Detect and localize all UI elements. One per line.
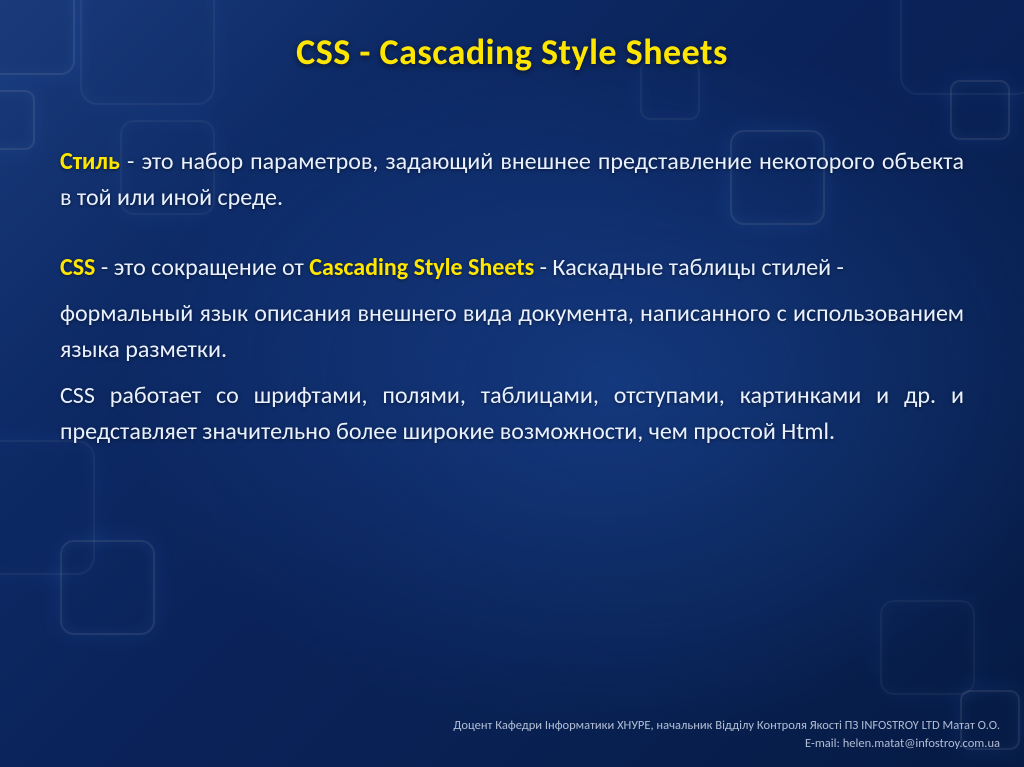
footer-author-line: Доцент Кафедри Інформатики ХНУРЕ, началь… [453, 717, 1000, 735]
paragraph-style-definition: Стиль - это набор параметров, задающий в… [60, 144, 964, 216]
paragraph-css-acronym: CSS - это сокращение от Cascading Style … [60, 250, 964, 286]
slide: CSS - Cascading Style Sheets Стиль - это… [0, 0, 1024, 767]
slide-footer: Доцент Кафедри Інформатики ХНУРЕ, началь… [453, 717, 1000, 753]
slide-body: Стиль - это набор параметров, задающий в… [60, 144, 964, 450]
keyword-css: CSS [60, 253, 95, 282]
text-style-definition: - это набор параметров, задающий внешнее… [60, 147, 964, 212]
keyword-cascading-style-sheets: Cascading Style Sheets [309, 253, 534, 282]
paragraph-css-features: CSS работает со шрифтами, полями, таблиц… [60, 378, 964, 450]
slide-title: CSS - Cascading Style Sheets [60, 30, 964, 74]
paragraph-formal-language: формальный язык описания внешнего вида д… [60, 296, 964, 368]
keyword-style: Стиль [60, 147, 120, 176]
text-css-mid: - это сокращение от [95, 253, 309, 282]
text-css-rest: - Каскадные таблицы стилей - [534, 253, 844, 282]
footer-email-line: E-mail: helen.matat@infostroy.com.ua [453, 735, 1000, 753]
